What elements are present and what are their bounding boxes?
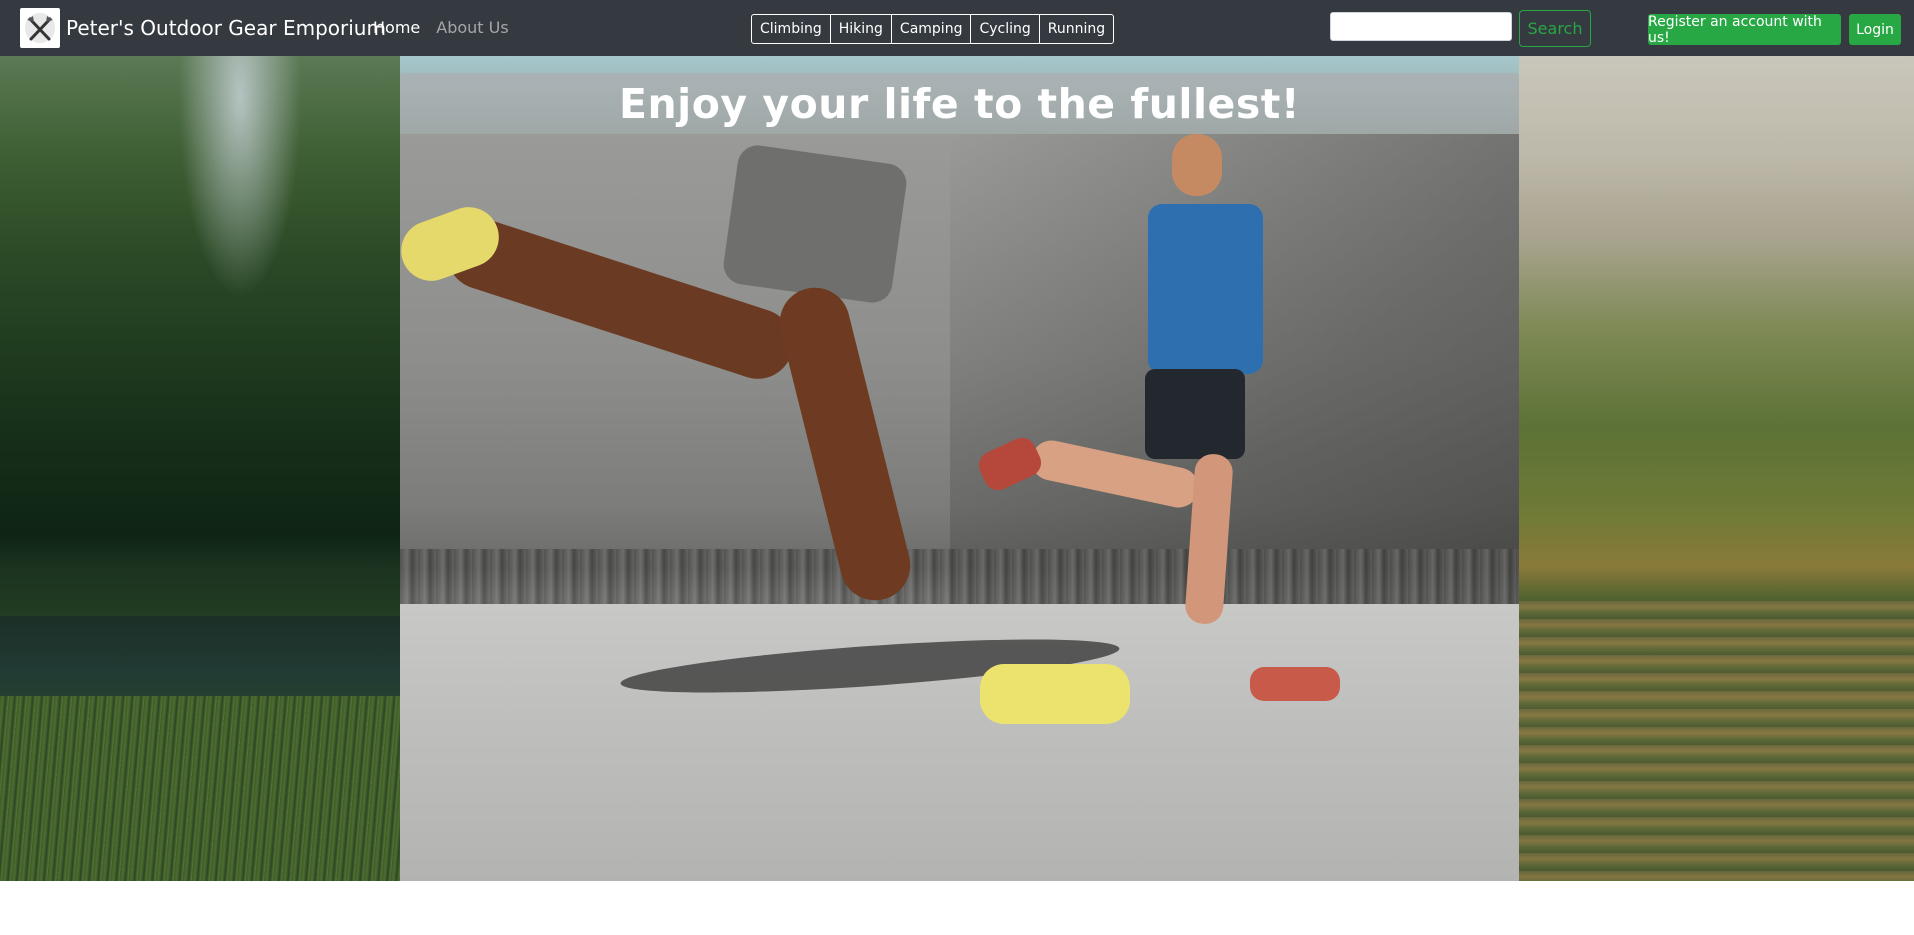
- nav-about-link[interactable]: About Us: [436, 18, 508, 37]
- category-camping-button[interactable]: Camping: [892, 15, 972, 43]
- search-input[interactable]: [1330, 12, 1512, 41]
- runner-two-shirt: [1148, 204, 1263, 374]
- nav-home-link[interactable]: Home: [373, 18, 420, 37]
- category-hiking-button[interactable]: Hiking: [831, 15, 892, 43]
- login-button[interactable]: Login: [1849, 14, 1901, 45]
- runner-two-head: [1172, 134, 1222, 196]
- runner-one-front-shoe: [980, 664, 1130, 724]
- lake-reflection-right: [1519, 601, 1914, 881]
- hero-headline: Enjoy your life to the fullest!: [618, 79, 1301, 128]
- category-climbing-button[interactable]: Climbing: [752, 15, 831, 43]
- runners-photo: [400, 134, 1519, 881]
- runner-two-front-shoe: [1250, 667, 1340, 701]
- search-button[interactable]: Search: [1519, 10, 1591, 47]
- headline-bar: Enjoy your life to the fullest!: [400, 73, 1519, 134]
- reed-grass-left: [0, 696, 400, 881]
- brand-link[interactable]: Peter's Outdoor Gear Emporium: [20, 8, 386, 48]
- hero-panel: Enjoy your life to the fullest!: [400, 73, 1519, 881]
- crossed-ice-axes-logo-icon: [20, 8, 60, 48]
- page-bottom-area: [0, 881, 1914, 935]
- category-running-button[interactable]: Running: [1040, 15, 1113, 43]
- category-cycling-button[interactable]: Cycling: [971, 15, 1040, 43]
- main-nav: Home About Us: [373, 18, 509, 37]
- register-button[interactable]: Register an account with us!: [1648, 14, 1841, 46]
- brand-name: Peter's Outdoor Gear Emporium: [66, 16, 386, 40]
- top-navbar: Peter's Outdoor Gear Emporium Home About…: [0, 0, 1914, 56]
- runner-two-shorts: [1145, 369, 1245, 459]
- gravel-strip: [400, 549, 1519, 609]
- runner-one-shorts: [721, 142, 909, 306]
- category-button-group: Climbing Hiking Camping Cycling Running: [751, 14, 1115, 44]
